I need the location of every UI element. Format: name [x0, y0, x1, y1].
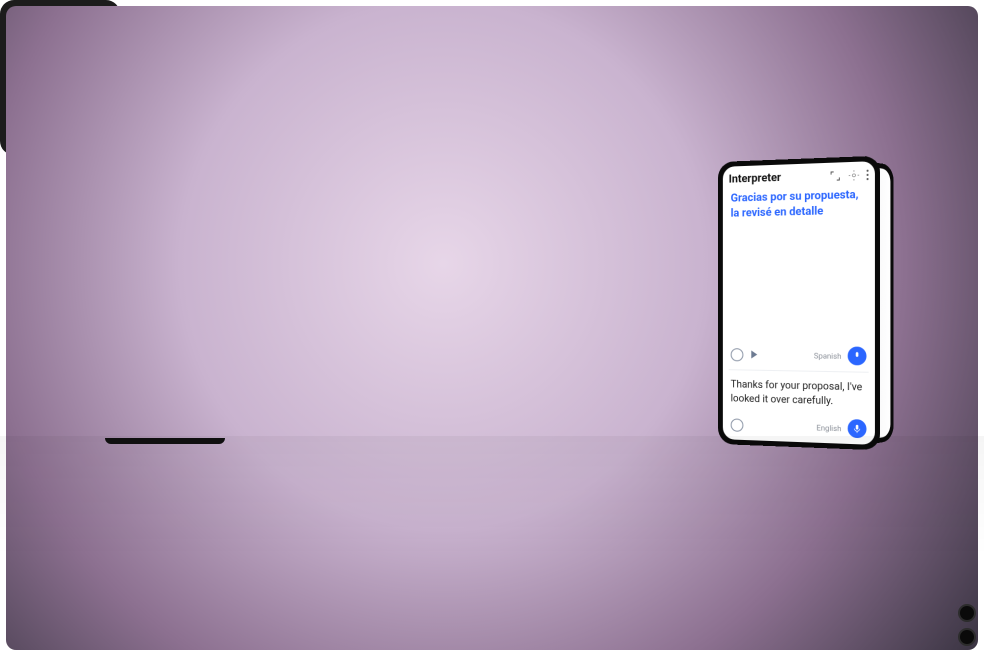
source-lang[interactable]: Spanish — [814, 351, 842, 361]
more-icon[interactable] — [867, 169, 869, 179]
brightness-icon[interactable] — [731, 348, 744, 361]
mic-icon[interactable] — [848, 347, 867, 366]
original-text: Thanks for your proposal, I've looked it… — [723, 370, 875, 418]
interpreter-title: Interpreter — [729, 171, 781, 186]
target-lang[interactable]: English — [816, 423, 841, 433]
fullscreen-icon[interactable] — [829, 169, 841, 182]
fold-device: Interpreter Gracias por su propuesta, la… — [718, 156, 880, 451]
settings-icon[interactable] — [848, 168, 861, 181]
flip-camera-cluster — [958, 604, 976, 646]
flip-phone-device — [0, 0, 120, 155]
mic-icon[interactable] — [848, 419, 867, 438]
translated-text: Gracias por su propuesta, la revisé en d… — [731, 187, 867, 221]
play-icon[interactable] — [751, 350, 757, 358]
brightness-icon[interactable] — [731, 418, 744, 431]
flip-base — [105, 438, 225, 444]
